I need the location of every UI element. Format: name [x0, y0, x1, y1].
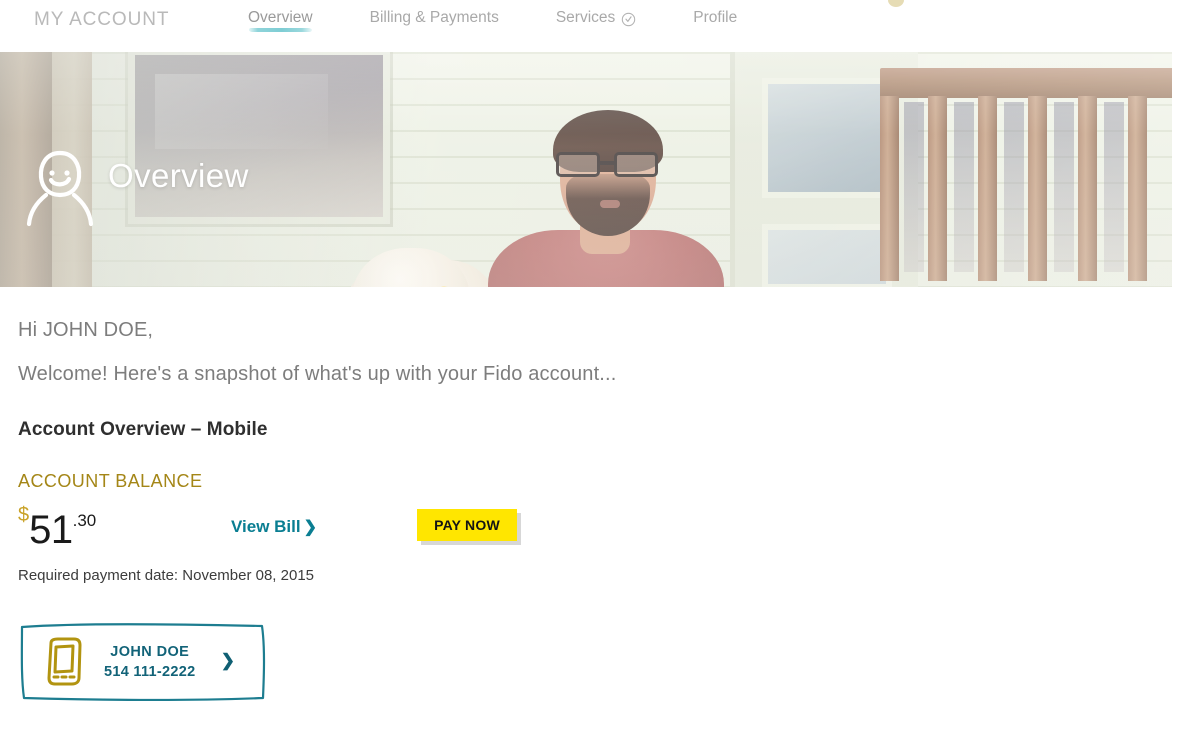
tab-services-label: Services — [555, 9, 616, 26]
currency-symbol: $ — [18, 504, 30, 526]
page-title-my-account: MY ACCOUNT — [34, 9, 170, 30]
greeting-text: Hi JOHN DOE, — [18, 319, 154, 341]
smiley-person-icon — [24, 149, 98, 227]
hero-banner: Overview — [0, 52, 1172, 287]
balance-dollars: 51 — [29, 508, 73, 552]
welcome-text: Welcome! Here's a snapshot of what's up … — [18, 363, 617, 385]
tab-billing-payments-label: Billing & Payments — [369, 9, 499, 26]
view-bill-label: View Bill — [231, 517, 301, 536]
nav-tab-list: Overview Billing & Payments Services Pro… — [248, 9, 737, 41]
required-payment-date: Required payment date: November 08, 2015 — [18, 567, 315, 584]
active-tab-underline — [249, 28, 312, 32]
tab-overview[interactable]: Overview — [248, 9, 313, 41]
tab-overview-label: Overview — [248, 9, 313, 26]
subscriber-card[interactable]: JOHN DOE 514 111-2222 ❯ — [18, 621, 268, 703]
tab-services[interactable]: Services — [556, 9, 636, 41]
tab-profile[interactable]: Profile — [693, 9, 737, 41]
tab-billing-payments[interactable]: Billing & Payments — [370, 9, 499, 41]
check-circle-icon — [621, 12, 636, 27]
balance-row: $51.30 View Bill ❯ PAY NOW — [18, 505, 1178, 567]
account-balance-amount: $51.30 — [18, 505, 96, 550]
account-balance-label: ACCOUNT BALANCE — [18, 471, 203, 491]
cropped-logo-fragment — [888, 0, 904, 7]
chevron-right-icon: ❯ — [303, 519, 318, 536]
hero-title: Overview — [108, 157, 249, 194]
pay-now-button[interactable]: PAY NOW — [417, 509, 517, 541]
view-bill-link[interactable]: View Bill ❯ — [231, 517, 317, 537]
mobile-phone-icon — [44, 636, 84, 688]
subscriber-name: JOHN DOE — [110, 644, 190, 660]
main-content: Hi JOHN DOE, Welcome! Here's a snapshot … — [0, 319, 1178, 703]
subscriber-phone-number: 514 111-2222 — [104, 664, 196, 680]
subscriber-info: JOHN DOE 514 111-2222 — [104, 644, 196, 680]
top-navigation-bar: MY ACCOUNT Overview Billing & Payments S… — [0, 0, 1178, 52]
section-heading-account-overview: Account Overview – Mobile — [18, 419, 268, 440]
balance-cents: .30 — [72, 511, 97, 530]
chevron-right-icon: ❯ — [220, 651, 235, 670]
tab-profile-label: Profile — [693, 9, 738, 26]
